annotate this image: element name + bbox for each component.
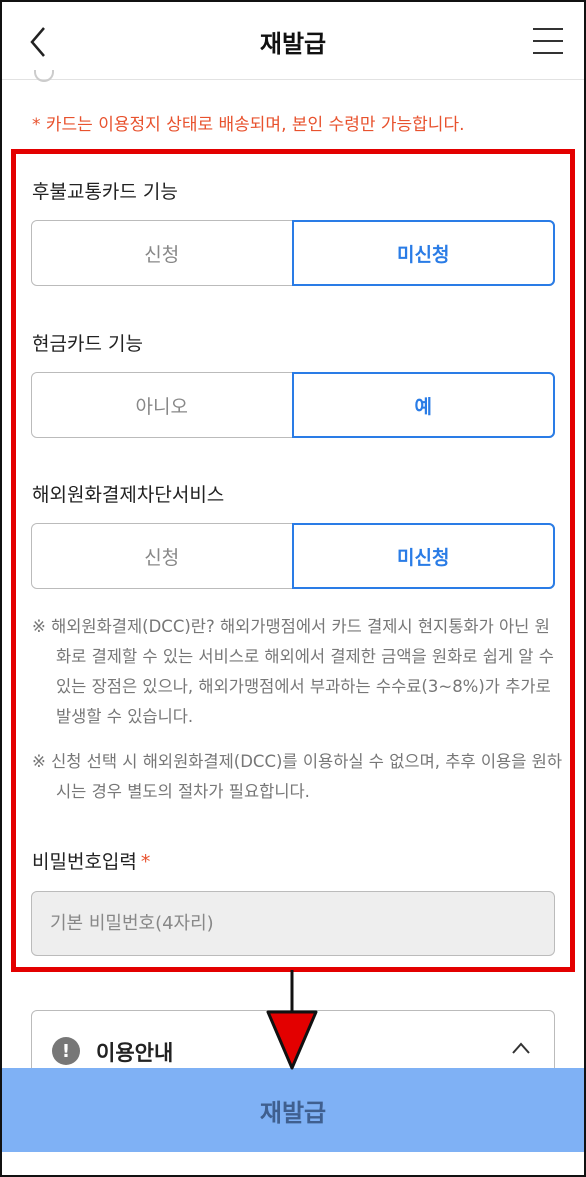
password-label: 비밀번호입력 *: [32, 847, 150, 874]
hamburger-icon-line: [533, 52, 563, 54]
transit-toggle: 신청 미신청: [31, 220, 555, 286]
dcc-not-apply-option[interactable]: 미신청: [291, 523, 555, 589]
required-mark: *: [140, 851, 151, 873]
hamburger-icon-line: [533, 40, 563, 42]
password-input[interactable]: [31, 891, 555, 956]
usage-guide-title: 이용안내: [96, 1041, 174, 1065]
radio-icon[interactable]: [34, 70, 54, 82]
hamburger-icon-line: [533, 28, 563, 30]
dcc-description-note: ※ 해외원화결제(DCC)란? 해외가맹점에서 카드 결제시 현지통화가 아닌 …: [32, 617, 554, 726]
delivery-notice: * 카드는 이용정지 상태로 배송되며, 본인 수령만 가능합니다.: [32, 115, 465, 135]
cash-yes-option[interactable]: 예: [291, 372, 555, 438]
dcc-apply-option[interactable]: 신청: [32, 524, 292, 588]
cash-card-toggle: 아니오 예: [31, 372, 555, 438]
arrow-down-icon: [266, 970, 318, 1070]
exclamation-icon: !: [52, 1037, 80, 1065]
transit-apply-option[interactable]: 신청: [32, 221, 292, 285]
cash-no-option[interactable]: 아니오: [32, 373, 292, 437]
transit-label: 후불교통카드 기능: [32, 181, 178, 203]
dcc-block-toggle: 신청 미신청: [31, 523, 555, 589]
app-header: 재발급: [0, 0, 586, 80]
password-label-text: 비밀번호입력: [32, 851, 137, 873]
chevron-up-icon[interactable]: [510, 1041, 532, 1055]
cash-card-label: 현금카드 기능: [32, 333, 143, 355]
menu-button[interactable]: [530, 26, 566, 56]
bottom-safe-area: [0, 1152, 586, 1177]
dcc-apply-note: ※ 신청 선택 시 해외원화결제(DCC)를 이용하실 수 없으며, 추후 이용…: [32, 752, 563, 801]
reissue-button[interactable]: 재발급: [0, 1068, 586, 1152]
transit-not-apply-option[interactable]: 미신청: [291, 220, 555, 286]
page-title: 재발급: [259, 30, 327, 58]
dcc-block-label: 해외원화결제차단서비스: [32, 484, 225, 506]
